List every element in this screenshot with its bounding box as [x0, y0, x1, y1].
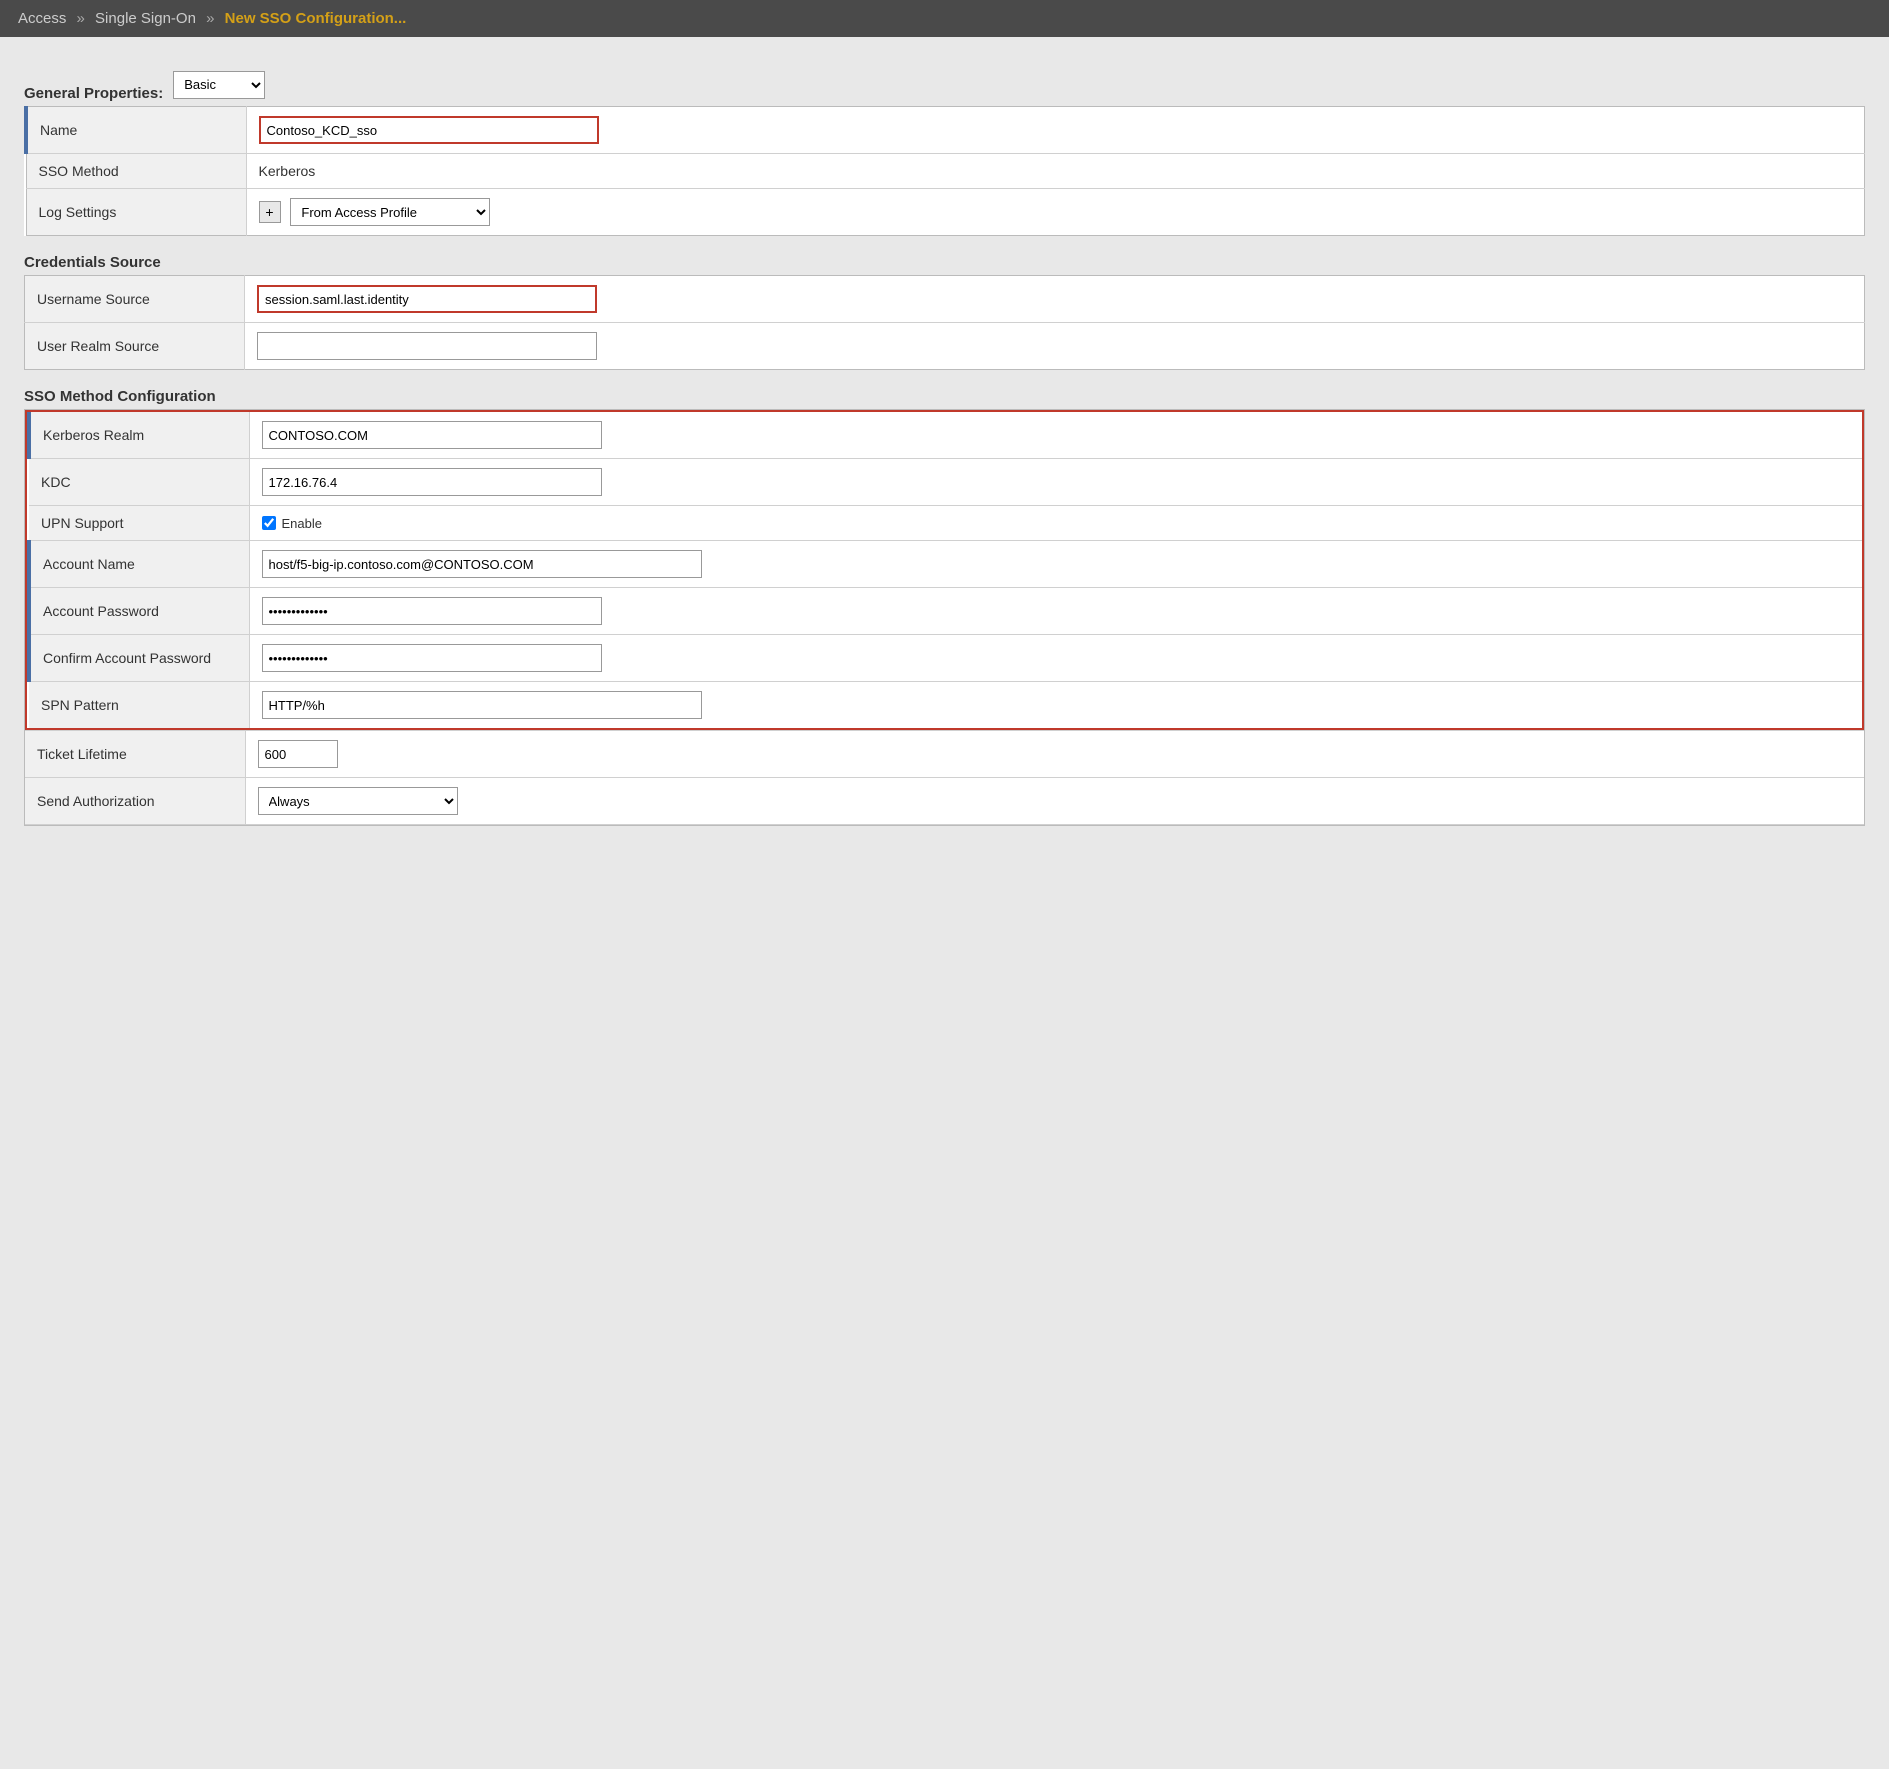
- general-properties-table: Name SSO Method Kerberos Log Settings + …: [24, 106, 1865, 236]
- ticket-lifetime-cell: [245, 731, 1864, 778]
- account-password-row: Account Password: [29, 588, 1862, 635]
- send-authorization-row: Send Authorization Always On 401 Status …: [25, 778, 1864, 825]
- credentials-source-table: Username Source User Realm Source: [24, 275, 1865, 370]
- confirm-account-password-row: Confirm Account Password: [29, 635, 1862, 682]
- ticket-lifetime-label: Ticket Lifetime: [25, 731, 245, 778]
- kerberos-realm-row: Kerberos Realm: [29, 412, 1862, 459]
- general-properties-label: General Properties:: [24, 85, 163, 102]
- sso-config-outer-table: Kerberos Realm KDC: [25, 410, 1864, 825]
- log-settings-row: Log Settings + From Access Profile Custo…: [26, 189, 1865, 236]
- upn-support-checkbox-label: Enable: [262, 516, 1851, 531]
- log-settings-dropdown[interactable]: From Access Profile Custom: [290, 198, 490, 226]
- username-source-row: Username Source: [25, 276, 1865, 323]
- red-border-section: Kerberos Realm KDC: [25, 410, 1864, 730]
- log-settings-plus-button[interactable]: +: [259, 201, 281, 223]
- user-realm-source-input[interactable]: [257, 332, 597, 360]
- type-dropdown[interactable]: Basic Advanced: [173, 71, 265, 99]
- account-name-input[interactable]: [262, 550, 702, 578]
- header-bar: Access » Single Sign-On » New SSO Config…: [0, 0, 1889, 37]
- main-content: General Properties: Basic Advanced Name …: [0, 37, 1889, 850]
- account-name-row: Account Name: [29, 541, 1862, 588]
- kdc-label: KDC: [29, 459, 249, 506]
- confirm-account-password-input[interactable]: [262, 644, 602, 672]
- account-password-label: Account Password: [29, 588, 249, 635]
- name-value-cell: [246, 107, 1865, 154]
- kdc-input[interactable]: [262, 468, 602, 496]
- upn-support-label: UPN Support: [29, 506, 249, 541]
- name-row: Name: [26, 107, 1865, 154]
- sso-method-label: SSO Method: [26, 154, 246, 189]
- user-realm-source-row: User Realm Source: [25, 323, 1865, 370]
- upn-support-enable-text: Enable: [282, 516, 322, 531]
- send-authorization-cell: Always On 401 Status Code On First Reque…: [245, 778, 1864, 825]
- send-authorization-label: Send Authorization: [25, 778, 245, 825]
- account-name-label: Account Name: [29, 541, 249, 588]
- name-label: Name: [26, 107, 246, 154]
- upn-support-row: UPN Support Enable: [29, 506, 1862, 541]
- log-settings-label: Log Settings: [26, 189, 246, 236]
- account-password-cell: [249, 588, 1862, 635]
- breadcrumb: Access » Single Sign-On » New SSO Config…: [18, 10, 406, 27]
- sso-method-row: SSO Method Kerberos: [26, 154, 1865, 189]
- name-input[interactable]: [259, 116, 599, 144]
- sso-method-config-label: SSO Method Configuration: [24, 388, 216, 405]
- upn-support-cell: Enable: [249, 506, 1862, 541]
- ticket-lifetime-input[interactable]: [258, 740, 338, 768]
- breadcrumb-sep1: »: [77, 10, 85, 27]
- kerberos-realm-label: Kerberos Realm: [29, 412, 249, 459]
- ticket-lifetime-row: Ticket Lifetime: [25, 731, 1864, 778]
- user-realm-source-cell: [245, 323, 1865, 370]
- kdc-row: KDC: [29, 459, 1862, 506]
- breadcrumb-sso: Single Sign-On: [95, 10, 196, 27]
- kerberos-realm-input[interactable]: [262, 421, 602, 449]
- confirm-account-password-label: Confirm Account Password: [29, 635, 249, 682]
- kerberos-realm-cell: [249, 412, 1862, 459]
- red-inner-table: Kerberos Realm KDC: [27, 412, 1862, 728]
- username-source-label: Username Source: [25, 276, 245, 323]
- user-realm-source-label: User Realm Source: [25, 323, 245, 370]
- spn-pattern-input[interactable]: [262, 691, 702, 719]
- account-password-input[interactable]: [262, 597, 602, 625]
- breadcrumb-sep2: »: [206, 10, 214, 27]
- username-source-input[interactable]: [257, 285, 597, 313]
- account-name-cell: [249, 541, 1862, 588]
- log-settings-cell: + From Access Profile Custom: [246, 189, 1865, 236]
- spn-pattern-label: SPN Pattern: [29, 682, 249, 729]
- credentials-source-header: Credentials Source: [24, 254, 1865, 271]
- send-authorization-dropdown[interactable]: Always On 401 Status Code On First Reque…: [258, 787, 458, 815]
- kdc-cell: [249, 459, 1862, 506]
- sso-method-value: Kerberos: [246, 154, 1865, 189]
- breadcrumb-access: Access: [18, 10, 66, 27]
- username-source-cell: [245, 276, 1865, 323]
- upn-support-checkbox[interactable]: [262, 516, 276, 530]
- spn-pattern-row: SPN Pattern: [29, 682, 1862, 729]
- confirm-account-password-cell: [249, 635, 1862, 682]
- spn-pattern-cell: [249, 682, 1862, 729]
- breadcrumb-current: New SSO Configuration...: [225, 10, 407, 27]
- red-section-td: Kerberos Realm KDC: [25, 410, 1864, 731]
- red-section-wrapper-row: Kerberos Realm KDC: [25, 410, 1864, 731]
- credentials-source-label: Credentials Source: [24, 254, 161, 271]
- general-properties-header-row: General Properties: Basic Advanced: [24, 67, 1865, 102]
- sso-method-config-header: SSO Method Configuration: [24, 388, 1865, 405]
